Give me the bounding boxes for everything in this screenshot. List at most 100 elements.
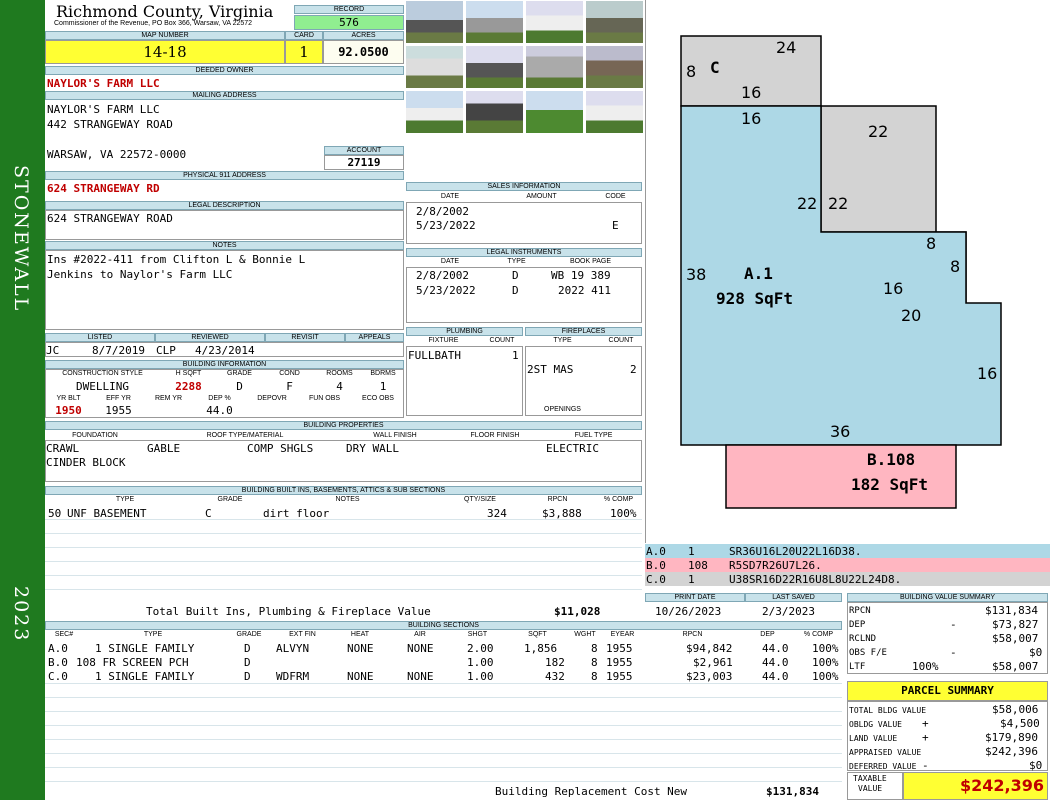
col-fixture-count: COUNT: [489, 337, 515, 344]
notes-label: NOTES: [45, 241, 404, 250]
col-bi-type: TYPE: [115, 496, 135, 503]
col-air: AIR: [414, 631, 426, 638]
account-label: ACCOUNT: [324, 146, 404, 155]
vector-num: 108: [688, 559, 708, 572]
sec-dep: 44.0: [762, 670, 789, 683]
dim-label: 8: [950, 257, 960, 276]
dim-label: 20: [901, 306, 921, 325]
openings-label: OPENINGS: [544, 406, 581, 413]
mailing-address-label: MAILING ADDRESS: [45, 91, 404, 100]
notes-line-2: Jenkins to Naylor's Farm LLC: [47, 268, 233, 281]
sec-comp: 100%: [812, 670, 839, 683]
account-number: 27119: [324, 155, 404, 170]
sec-grade: D: [244, 670, 251, 683]
col-inst-date: DATE: [440, 258, 460, 265]
fireplace-type: 2ST MAS: [527, 363, 574, 376]
grid-line: [45, 575, 642, 576]
inst-type-2: D: [512, 284, 519, 297]
reviewed-by: CLP: [156, 344, 176, 357]
col-inst-type: TYPE: [507, 258, 526, 265]
building-properties-label: BUILDING PROPERTIES: [45, 421, 642, 430]
col-sqft: SQFT: [528, 631, 547, 638]
roof-type: GABLE: [147, 442, 181, 455]
col-floor-finish: FLOOR FINISH: [470, 432, 520, 439]
total-bldg-label: TOTAL BLDG VALUE: [849, 706, 927, 715]
record-label: RECORD: [294, 5, 404, 14]
notes-line-1: Ins #2022-411 from Clifton L & Bonnie L: [47, 253, 306, 266]
builtins-total-label: Total Built Ins, Plumbing & Fireplace Va…: [146, 605, 431, 618]
grid-line: [45, 589, 642, 590]
taxable-label-2: VALUE: [858, 784, 883, 793]
area-c-label: C: [710, 58, 720, 77]
vector-sec: C.0: [646, 573, 666, 586]
taxable-value: $242,396: [903, 772, 1048, 800]
photo-house-1: [525, 0, 584, 44]
col-bi-notes: NOTES: [335, 496, 360, 503]
photo-field: [525, 90, 584, 134]
deferred-value: $0: [1029, 759, 1043, 772]
sec-type: 108 FR SCREEN PCH: [76, 656, 189, 669]
vector-num: 1: [688, 545, 695, 558]
sec-wght: 8: [591, 656, 598, 669]
vector-num: 1: [688, 573, 695, 586]
col-sec-type: TYPE: [143, 631, 163, 638]
photo-barn-4: [465, 45, 524, 89]
listed-by: JC: [46, 344, 60, 357]
obldg-label: OBLDG VALUE: [849, 720, 902, 729]
col-heat: HEAT: [350, 631, 370, 638]
col-bi-qty: QTY/SIZE: [464, 496, 496, 503]
vector-sec: A.0: [646, 545, 666, 558]
sec-dep: 44.0: [762, 656, 789, 669]
col-rpcn: RPCN: [682, 631, 703, 638]
county-title: Richmond County, Virginia: [56, 2, 274, 21]
legal-instruments-label: LEGAL INSTRUMENTS: [406, 248, 642, 257]
vector-code: SR36U16L20U22L16D38.: [729, 545, 862, 558]
sec-rpcn: $23,003: [686, 670, 733, 683]
reviewed-date: 4/23/2014: [195, 344, 255, 357]
building-sketch: 24 8 C 16 16 22 22 22 8 8 38 A.1 928 SqF…: [680, 35, 1002, 509]
grid-line: [45, 519, 642, 520]
mailing-line-3: WARSAW, VA 22572-0000: [47, 148, 187, 161]
rpcn-label: RPCN: [849, 606, 871, 616]
vector-code: R5SD7R26U7L26.: [729, 559, 822, 572]
sec-dep: 44.0: [762, 642, 789, 655]
obs-label: OBS F/E: [849, 648, 887, 658]
col-eyear: EYEAR: [610, 631, 635, 638]
physical-address: 624 STRANGEWAY RD: [47, 182, 160, 195]
fireplaces-label: FIREPLACES: [525, 327, 642, 336]
col-wght: WGHT: [574, 631, 596, 638]
obldg-value: $4,500: [1000, 717, 1040, 730]
last-saved-label: LAST SAVED: [745, 593, 842, 602]
inst-date-1: 2/8/2002: [416, 269, 469, 282]
area-a-sqft: 928 SqFt: [716, 289, 793, 308]
dim-label: 22: [797, 194, 817, 213]
photo-shed-1: [405, 45, 464, 89]
col-shgt: SHGT: [467, 631, 488, 638]
card-number: 1: [285, 40, 323, 64]
print-date-label: PRINT DATE: [645, 593, 745, 602]
taxable-label: TAXABLE: [853, 774, 887, 783]
sec-eyear: 1955: [606, 642, 633, 655]
col-fuel-type: FUEL TYPE: [574, 432, 613, 439]
inst-book-1: WB 19 389: [551, 269, 611, 282]
record-number: 576: [294, 15, 404, 30]
listed-label: LISTED: [45, 333, 155, 342]
col-dep: DEP: [760, 631, 775, 638]
sec-heat: NONE: [347, 642, 374, 655]
inst-type-1: D: [512, 269, 519, 282]
col-roof: ROOF TYPE/MATERIAL: [206, 432, 284, 439]
photo-barn-3: [585, 0, 644, 44]
ltf-value: $58,007: [992, 660, 1039, 673]
parcel-summary-label: PARCEL SUMMARY: [847, 681, 1048, 701]
building-sections-label: BUILDING SECTIONS: [45, 621, 842, 630]
obs-value: $0: [1029, 646, 1043, 659]
col-ext-fin: EXT FIN: [289, 631, 316, 638]
replacement-cost: $131,834: [766, 785, 819, 798]
col-fp-type: TYPE: [553, 337, 572, 344]
grid-line: [45, 561, 642, 562]
card-label: CARD: [285, 31, 323, 40]
sec-shgt: 1.00: [467, 656, 494, 669]
col-sec-grade: GRADE: [236, 631, 262, 638]
sec-sqft: 182: [545, 656, 565, 669]
revisit-label: REVISIT: [265, 333, 345, 342]
